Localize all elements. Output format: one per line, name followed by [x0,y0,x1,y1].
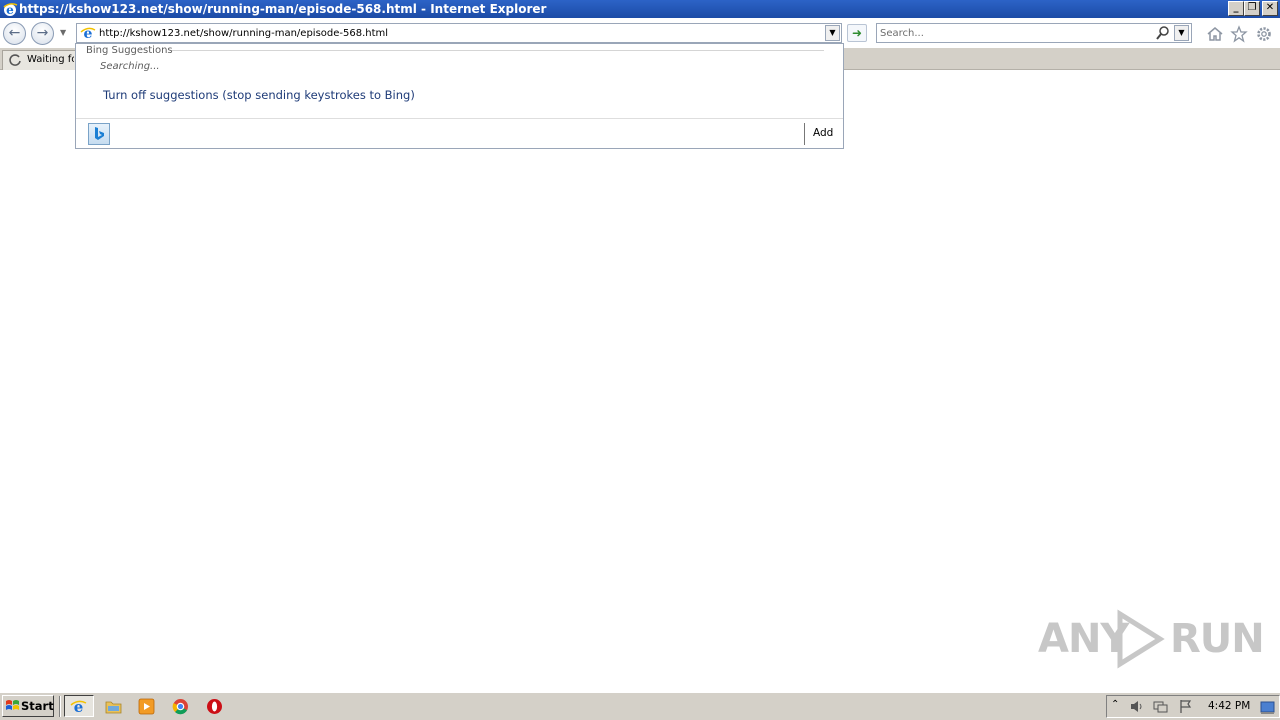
chrome-icon[interactable] [172,698,189,715]
add-provider-button[interactable]: Add [813,127,833,140]
taskbar [0,692,1280,720]
suggestions-header-divider [172,50,824,51]
network-icon[interactable] [1153,699,1168,714]
watermark-text-right: RUN [1170,616,1265,662]
search-icon[interactable] [1156,25,1170,41]
windows-flag-icon [6,700,19,710]
turn-off-suggestions-link[interactable]: Turn off suggestions (stop sending keyst… [103,88,415,103]
back-button[interactable]: ← [3,22,26,45]
taskbar-separator [59,696,61,717]
ie-icon: e [70,698,87,715]
opera-icon[interactable] [206,698,223,715]
address-dropdown-button[interactable]: ▼ [825,25,840,41]
bing-icon [95,127,104,140]
folder-icon[interactable] [105,698,122,715]
recent-pages-dropdown-icon[interactable]: ▼ [60,28,66,37]
minimize-button[interactable]: _ [1228,1,1244,16]
search-input[interactable] [880,26,1142,40]
window-title: https://kshow123.net/show/running-man/ep… [19,2,547,16]
forward-arrow-icon: → [36,25,49,41]
loading-spinner-icon [9,54,21,66]
suggestions-footer-divider [76,118,843,119]
close-icon: ✕ [1265,2,1275,13]
search-provider-dropdown[interactable]: ▼ [1174,25,1189,41]
bing-provider-button[interactable] [88,123,110,145]
chevron-down-icon: ▼ [1178,28,1185,37]
suggestions-status: Searching... [100,61,160,72]
minimize-icon: _ [1233,2,1239,13]
gear-icon[interactable] [1255,25,1273,43]
start-label: Start [21,699,54,713]
address-input[interactable]: http://kshow123.net/show/running-man/epi… [99,27,388,40]
restore-button[interactable]: ❐ [1244,1,1260,16]
volume-icon[interactable] [1129,699,1144,714]
watermark-play-icon [1117,609,1165,669]
go-button[interactable]: ➜ [847,24,867,42]
page-ie-icon: e [80,26,96,41]
restore-icon: ❐ [1247,2,1257,13]
back-arrow-icon: ← [8,25,21,41]
forward-button[interactable]: → [31,22,54,45]
footer-divider [804,123,805,145]
show-desktop-icon[interactable] [1260,700,1275,715]
close-button[interactable]: ✕ [1262,1,1278,16]
tray-expand-icon[interactable]: ⌃ [1111,698,1119,712]
taskbar-clock[interactable]: 4:42 PM [1208,700,1250,713]
chevron-down-icon: ▼ [829,28,836,37]
ie-logo-icon: e [3,3,18,17]
action-center-flag-icon[interactable] [1178,699,1193,714]
media-player-icon[interactable] [138,698,155,715]
svg-text:e: e [74,698,84,715]
tab-label: Waiting for [27,54,74,65]
home-icon[interactable] [1206,25,1224,43]
go-arrow-icon: ➜ [851,26,863,40]
suggestions-header: Bing Suggestions [86,45,173,56]
favorites-star-icon[interactable] [1230,25,1248,43]
